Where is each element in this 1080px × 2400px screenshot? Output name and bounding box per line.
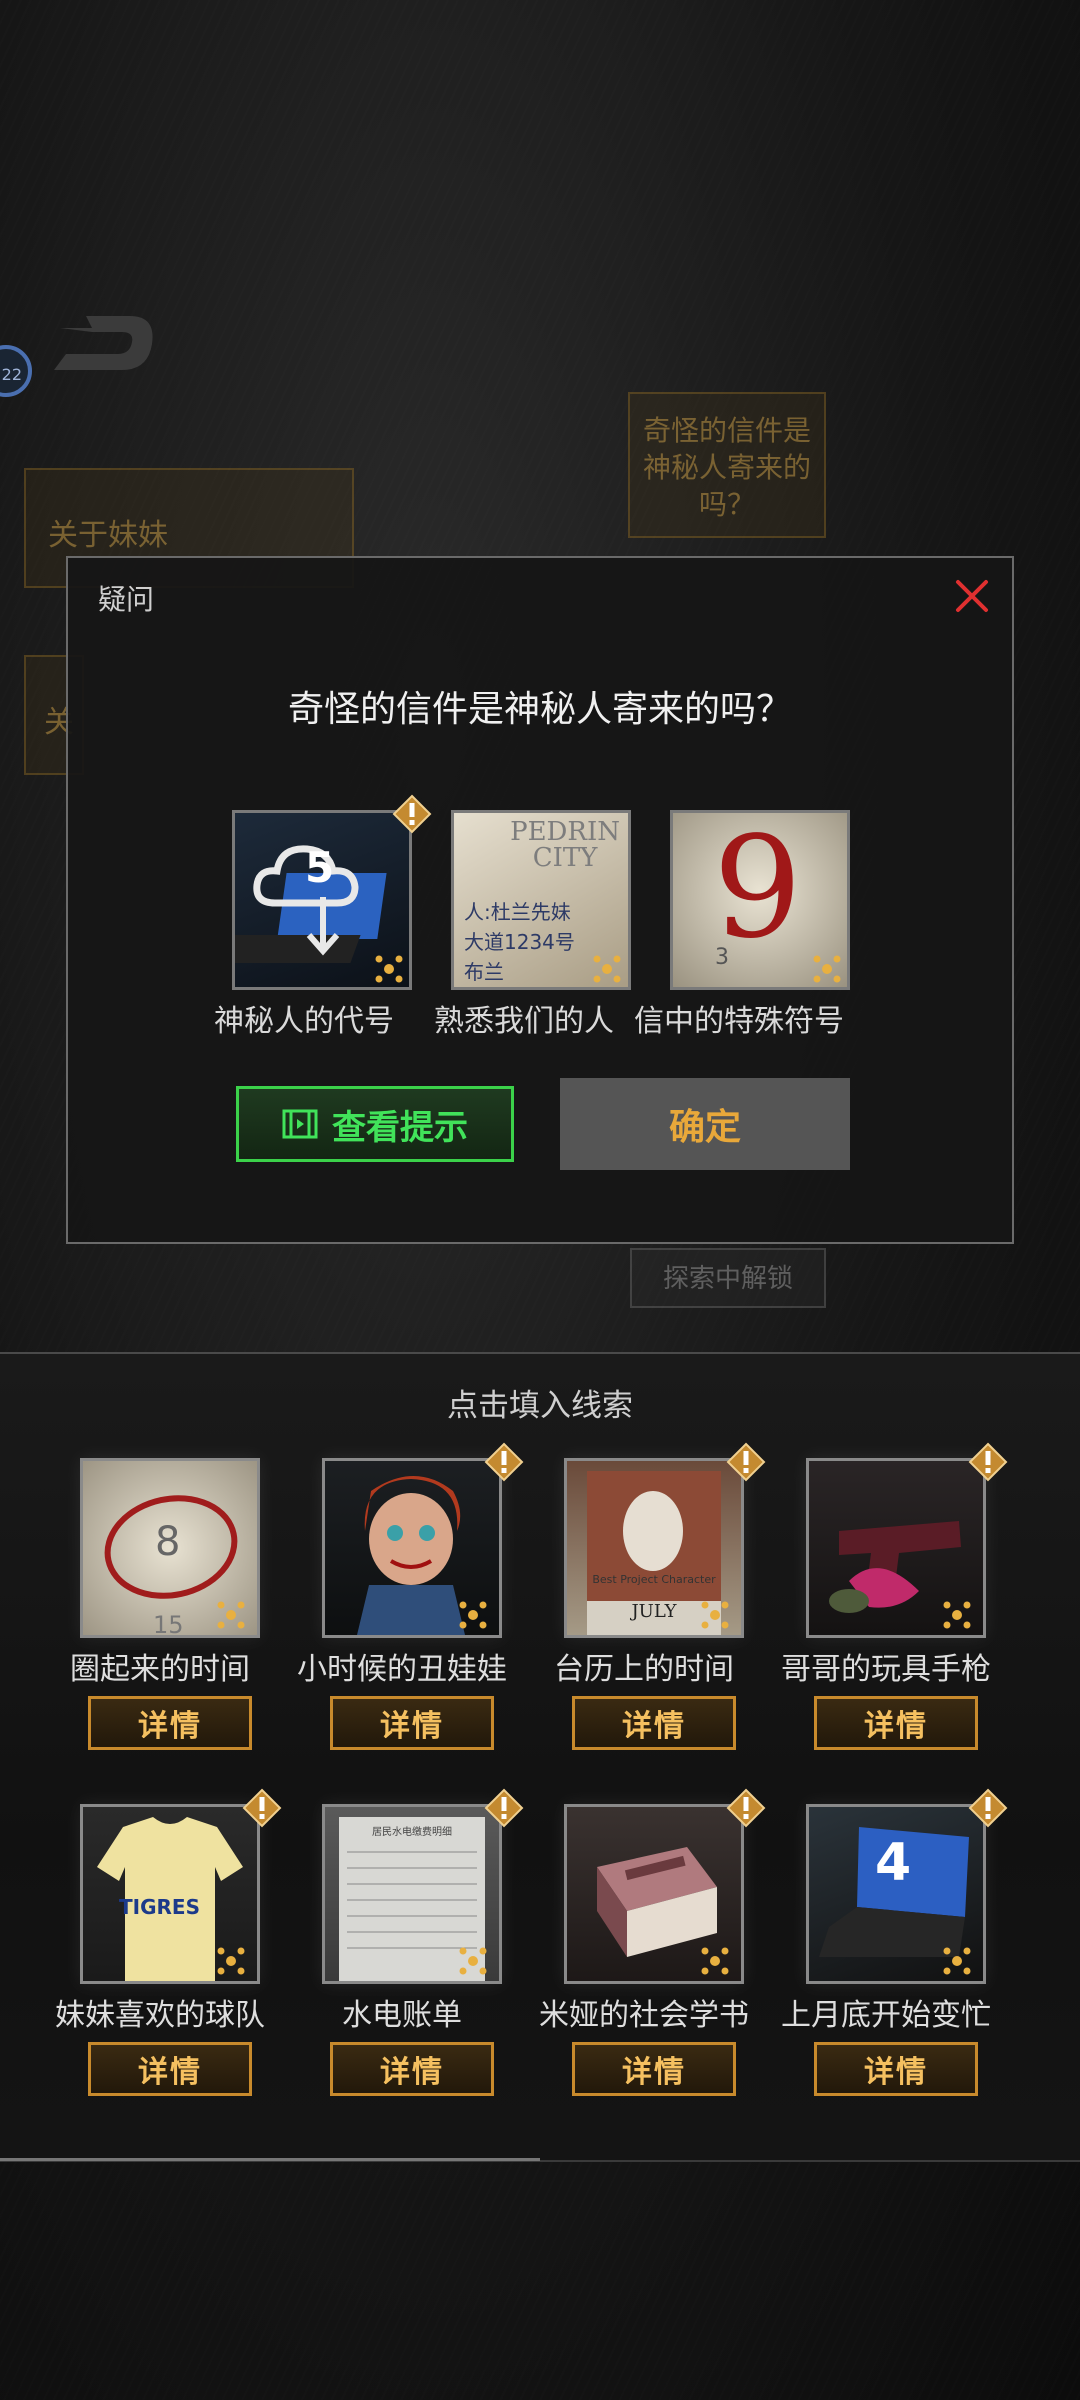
slot-3-number: 3 [715,945,729,970]
alert-icon [484,1442,524,1482]
letter-stamp-line-2: CITY [532,843,598,873]
confirm-button[interactable]: 确定 [560,1078,850,1170]
sparkle-icon [943,1947,971,1975]
calendar-subtitle: Best Project Character [592,1573,716,1586]
alert-icon [484,1788,524,1828]
sparkle-icon [813,955,841,983]
clue-card[interactable]: 居民水电缴费明细 水电账单 详情 [282,1788,524,2134]
clue-card[interactable]: 4 上月底开始变忙 详情 [766,1788,1008,2134]
detail-button[interactable]: 详情 [88,1696,252,1750]
laptop-number: 4 [875,1833,912,1893]
game-logo [54,316,153,370]
view-hint-label: 查看提示 [332,1107,468,1148]
detail-label: 详情 [864,2055,928,2090]
clue-name: 哥哥的玩具手枪 [781,1652,991,1687]
question-text: 奇怪的信件是神秘人寄来的吗？ [287,689,792,730]
alert-icon [968,1442,1008,1482]
clue-name: 妹妹喜欢的球队 [55,1998,265,2033]
clue-panel: 点击填入线索 8 15 圈起来的时间 详情 小时候的丑娃娃 详情 Best Pr… [0,1352,1080,2162]
detail-label: 详情 [622,2055,686,2090]
clue-name: 上月底开始变忙 [781,1998,991,2033]
alert-icon [242,1788,282,1828]
dialog-title: 疑问 [98,583,155,616]
slot-1-number: 5 [305,843,335,892]
confirm-label: 确定 [668,1107,741,1148]
jersey-text: TIGRES [119,1895,200,1919]
clue-name: 米娅的社会学书 [539,1998,749,2033]
clue-panel-title: 点击填入线索 [447,1388,633,1424]
slot-2-caption: 熟悉我们的人 [434,1004,614,1039]
board-card-locked: 探索中解锁 [630,1248,826,1308]
slot-1-caption: 神秘人的代号 [214,1004,394,1039]
detail-button[interactable]: 详情 [330,1696,494,1750]
scroll-indicator [0,2158,540,2161]
clue-card[interactable]: TIGRES 妹妹喜欢的球队 详情 [40,1788,282,2134]
question-dialog: 疑问 奇怪的信件是神秘人寄来的吗？ 5 PEDRIN CITY 人:杜兰先妹 大… [66,556,1014,1244]
detail-label: 详情 [138,1709,202,1744]
date-number: 15 [153,1611,184,1638]
sparkle-icon [217,1947,245,1975]
view-hint-button[interactable]: 查看提示 [236,1086,514,1162]
slot-3-caption: 信中的特殊符号 [634,1004,844,1039]
clue-name: 台历上的时间 [554,1652,734,1687]
sparkle-icon [459,1947,487,1975]
detail-label: 详情 [380,2055,444,2090]
close-icon[interactable] [950,574,994,618]
detail-button[interactable]: 详情 [814,1696,978,1750]
sparkle-icon [217,1601,245,1629]
address-line-2: 大道1234号 [464,930,575,954]
detail-button[interactable]: 详情 [572,2042,736,2096]
clue-card[interactable]: 小时候的丑娃娃 详情 [282,1442,524,1788]
clue-card[interactable]: 米娅的社会学书 详情 [524,1788,766,2134]
address-line-3: 布兰 [464,960,504,984]
clue-name: 圈起来的时间 [70,1652,250,1687]
video-icon [282,1109,318,1139]
clue-name: 小时候的丑娃娃 [297,1652,507,1687]
detail-label: 详情 [380,1709,444,1744]
detail-label: 详情 [864,1709,928,1744]
sparkle-icon [701,1601,729,1629]
sparkle-icon [701,1947,729,1975]
detail-button[interactable]: 详情 [330,2042,494,2096]
detail-button[interactable]: 详情 [572,1696,736,1750]
clue-name: 水电账单 [342,1998,462,2033]
detail-label: 详情 [622,1709,686,1744]
letter-stamp-line-1: PEDRIN [510,817,620,847]
alert-icon [726,1442,766,1482]
clue-card[interactable]: Best Project Character JULY 台历上的时间 详情 [524,1442,766,1788]
alert-icon [968,1788,1008,1828]
address-line-1: 人:杜兰先妹 [464,900,571,924]
clue-card[interactable]: 哥哥的玩具手枪 详情 [766,1442,1008,1788]
detail-button[interactable]: 详情 [88,2042,252,2096]
sparkle-icon [593,955,621,983]
board-card-question: 奇怪的信件是神秘人寄来的吗？ [628,392,826,538]
alert-icon [392,794,432,834]
handwritten-address: 人:杜兰先妹 大道1234号 布兰 [464,897,575,987]
detail-label: 详情 [138,2055,202,2090]
sparkle-icon [459,1601,487,1629]
circled-number: 8 [155,1519,181,1565]
bill-title: 居民水电缴费明细 [372,1827,452,1838]
detail-button[interactable]: 详情 [814,2042,978,2096]
sparkle-icon [943,1601,971,1629]
clue-card[interactable]: 8 15 圈起来的时间 详情 [40,1458,280,1788]
sparkle-icon [375,955,403,983]
alert-icon [726,1788,766,1828]
